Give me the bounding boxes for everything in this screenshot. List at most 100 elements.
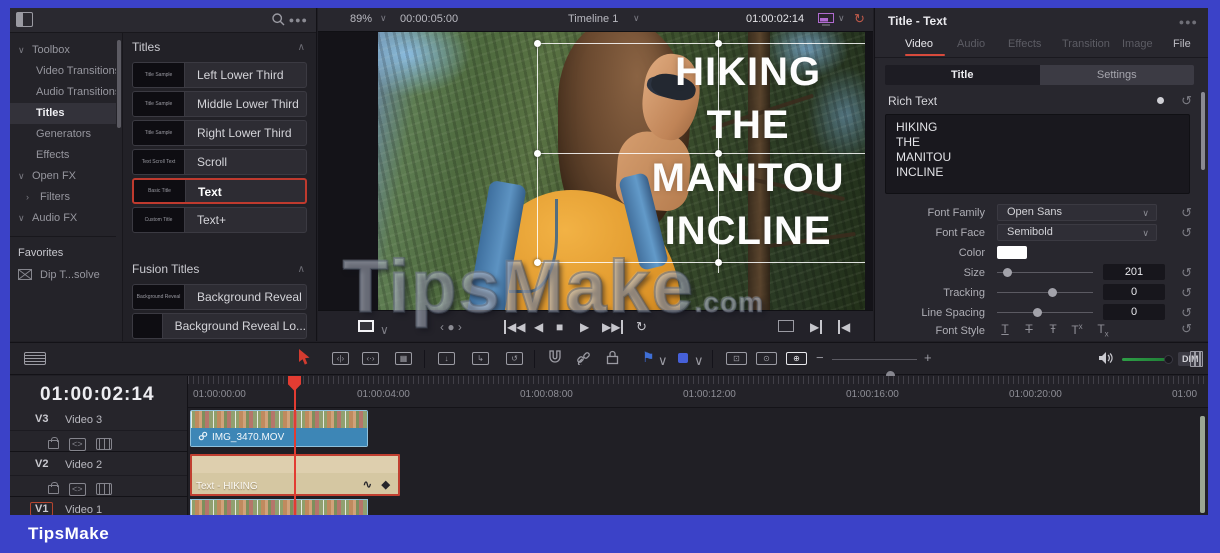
title-item-scroll[interactable]: Text Scroll Text Scroll (132, 149, 307, 175)
zoom-slider[interactable] (832, 359, 917, 380)
bbox-handle[interactable] (714, 149, 722, 157)
detail-zoom-icon[interactable]: ⊙ (756, 352, 777, 365)
reset-icon[interactable]: ↺ (1181, 266, 1192, 279)
replace-clip-icon[interactable]: ↺ (506, 352, 523, 365)
bbox-middle-line[interactable] (536, 152, 865, 154)
viewer-mode-icon[interactable] (818, 13, 834, 26)
bbox-handle[interactable] (533, 40, 541, 48)
track-header-v2[interactable]: V2 Video 2 (10, 454, 187, 476)
effects-library-toggle-icon[interactable] (16, 12, 33, 27)
lock-track-icon[interactable] (48, 437, 59, 449)
stroke-style-button[interactable]: Ŧ (1045, 322, 1061, 336)
sidebar-item-open-fx[interactable]: ∨ Open FX (10, 166, 116, 187)
filmstrip-view-icon[interactable] (95, 438, 112, 450)
volume-slider-knob[interactable] (1164, 355, 1173, 364)
inspector-scrollbar[interactable] (1201, 92, 1205, 170)
strikethrough-style-button[interactable]: T (1021, 322, 1037, 336)
tracking-slider[interactable] (997, 288, 1093, 297)
slider-knob[interactable] (1002, 268, 1012, 277)
custom-zoom-icon[interactable]: ⊕ (786, 352, 807, 365)
reset-icon[interactable]: ↺ (1181, 322, 1192, 335)
keyframe-icon[interactable]: ◆ (382, 478, 390, 491)
track-badge[interactable]: V1 (30, 502, 54, 515)
line-spacing-slider[interactable] (997, 308, 1093, 317)
tracking-value[interactable]: 0 (1103, 284, 1165, 300)
trim-edit-mode-icon[interactable]: ‹|› (332, 352, 349, 365)
font-family-select[interactable]: Open Sans ∨ (997, 204, 1157, 221)
subtab-settings[interactable]: Settings (1039, 65, 1194, 85)
last-frame-button[interactable]: ▶▶ (602, 320, 624, 334)
title-item-text[interactable]: Basic Title Text (132, 178, 307, 204)
sidebar-item-video-transitions[interactable]: Video Transitions (10, 61, 116, 82)
sidebar-item-toolbox[interactable]: ∨ Toolbox (10, 40, 116, 61)
bbox-handle[interactable] (714, 40, 722, 48)
sidebar-item-dip-to-dissolve[interactable]: Dip T...solve (10, 264, 116, 286)
tab-image[interactable]: Image (1122, 38, 1153, 50)
zoom-in-plus[interactable]: + (924, 350, 932, 366)
zoom-out-minus[interactable]: − (816, 350, 824, 366)
snapping-magnet-icon[interactable] (548, 350, 562, 365)
selection-mode-icon[interactable] (298, 349, 311, 366)
flag-icon[interactable]: ⚑ (642, 349, 655, 365)
mixer-panel-icon[interactable] (1190, 351, 1203, 367)
refresh-icon[interactable]: ↻ (854, 11, 865, 27)
font-face-select[interactable]: Semibold ∨ (997, 224, 1157, 241)
tab-audio[interactable]: Audio (957, 38, 985, 50)
reset-icon[interactable]: ↺ (1181, 286, 1192, 299)
search-icon[interactable] (271, 12, 286, 27)
inspector-options-icon[interactable]: ●●● (1179, 17, 1198, 27)
underline-style-button[interactable]: T (997, 322, 1013, 336)
marker-icon[interactable] (678, 353, 688, 363)
timeline-ruler[interactable]: 01:00:00:00 01:00:04:00 01:00:08:00 01:0… (188, 376, 1208, 408)
bbox-top-edge[interactable] (536, 43, 865, 45)
reset-icon[interactable]: ↺ (1181, 206, 1192, 219)
first-frame-button[interactable]: ◀◀ (504, 320, 525, 334)
subscript-style-button[interactable]: Tx (1095, 322, 1111, 338)
filmstrip-view-icon[interactable] (95, 483, 112, 495)
play-reverse-button[interactable]: ◀ (534, 320, 543, 334)
title-item-text-plus[interactable]: Custom Title Text+ (132, 207, 307, 233)
reset-icon[interactable]: ↺ (1181, 226, 1192, 239)
curve-icon[interactable]: ∿ (363, 478, 372, 491)
sidebar-item-generators[interactable]: Generators (10, 124, 116, 145)
fusion-titles-section-header[interactable]: Fusion Titles ∧ (132, 255, 307, 284)
slider-knob[interactable] (1047, 288, 1057, 297)
transform-tool-icon[interactable] (358, 320, 374, 332)
sidebar-item-titles[interactable]: Titles (10, 103, 116, 124)
sidebar-item-filters[interactable]: › Filters (10, 187, 116, 208)
lock-track-icon[interactable] (48, 482, 59, 494)
bbox-handle[interactable] (714, 258, 722, 266)
bbox-handle[interactable] (533, 149, 541, 157)
bbox-handle[interactable] (533, 258, 541, 266)
title-item-right-lower-third[interactable]: Title Sample Right Lower Third (132, 120, 307, 146)
razor-edit-mode-icon[interactable]: ▦ (395, 352, 412, 365)
title-item-middle-lower-third[interactable]: Title Sample Middle Lower Third (132, 91, 307, 117)
bbox-bottom-edge[interactable] (536, 261, 865, 263)
effects-library-options-icon[interactable]: ●●● (289, 15, 308, 25)
jog-control[interactable]: ‹ ● › (440, 320, 462, 334)
reset-icon[interactable]: ↺ (1181, 306, 1192, 319)
loop-icon[interactable]: ↻ (636, 319, 647, 335)
link-clips-icon[interactable] (576, 350, 591, 365)
full-extent-zoom-icon[interactable]: ⊡ (726, 352, 747, 365)
sidebar-item-audio-fx[interactable]: ∨ Audio FX (10, 208, 116, 229)
overwrite-clip-icon[interactable]: ↳ (472, 352, 489, 365)
volume-slider[interactable] (1122, 358, 1170, 361)
auto-select-icon[interactable]: <> (69, 483, 86, 496)
tab-effects[interactable]: Effects (1008, 38, 1041, 50)
track-badge[interactable]: V3 (35, 413, 48, 425)
match-frame-icon[interactable] (778, 320, 794, 332)
titles-section-header[interactable]: Titles ∧ (132, 33, 307, 62)
color-swatch[interactable] (997, 246, 1027, 259)
sidebar-item-audio-transitions[interactable]: Audio Transitions (10, 82, 116, 103)
track-header-v3[interactable]: V3 Video 3 (10, 409, 187, 431)
previous-edit-button[interactable]: ◀ (838, 320, 850, 334)
rich-text-input[interactable]: HIKING THE MANITOU INCLINE (885, 114, 1190, 194)
reset-icon[interactable]: ↺ (1181, 94, 1192, 107)
tab-file[interactable]: File (1173, 38, 1191, 50)
speaker-icon[interactable] (1098, 351, 1113, 365)
title-item-left-lower-third[interactable]: Title Sample Left Lower Third (132, 62, 307, 88)
play-button[interactable]: ▶ (580, 320, 589, 334)
video-frame[interactable]: HIKING THE MANITOU INCLINE (378, 32, 865, 310)
superscript-style-button[interactable]: Tx (1069, 322, 1085, 337)
